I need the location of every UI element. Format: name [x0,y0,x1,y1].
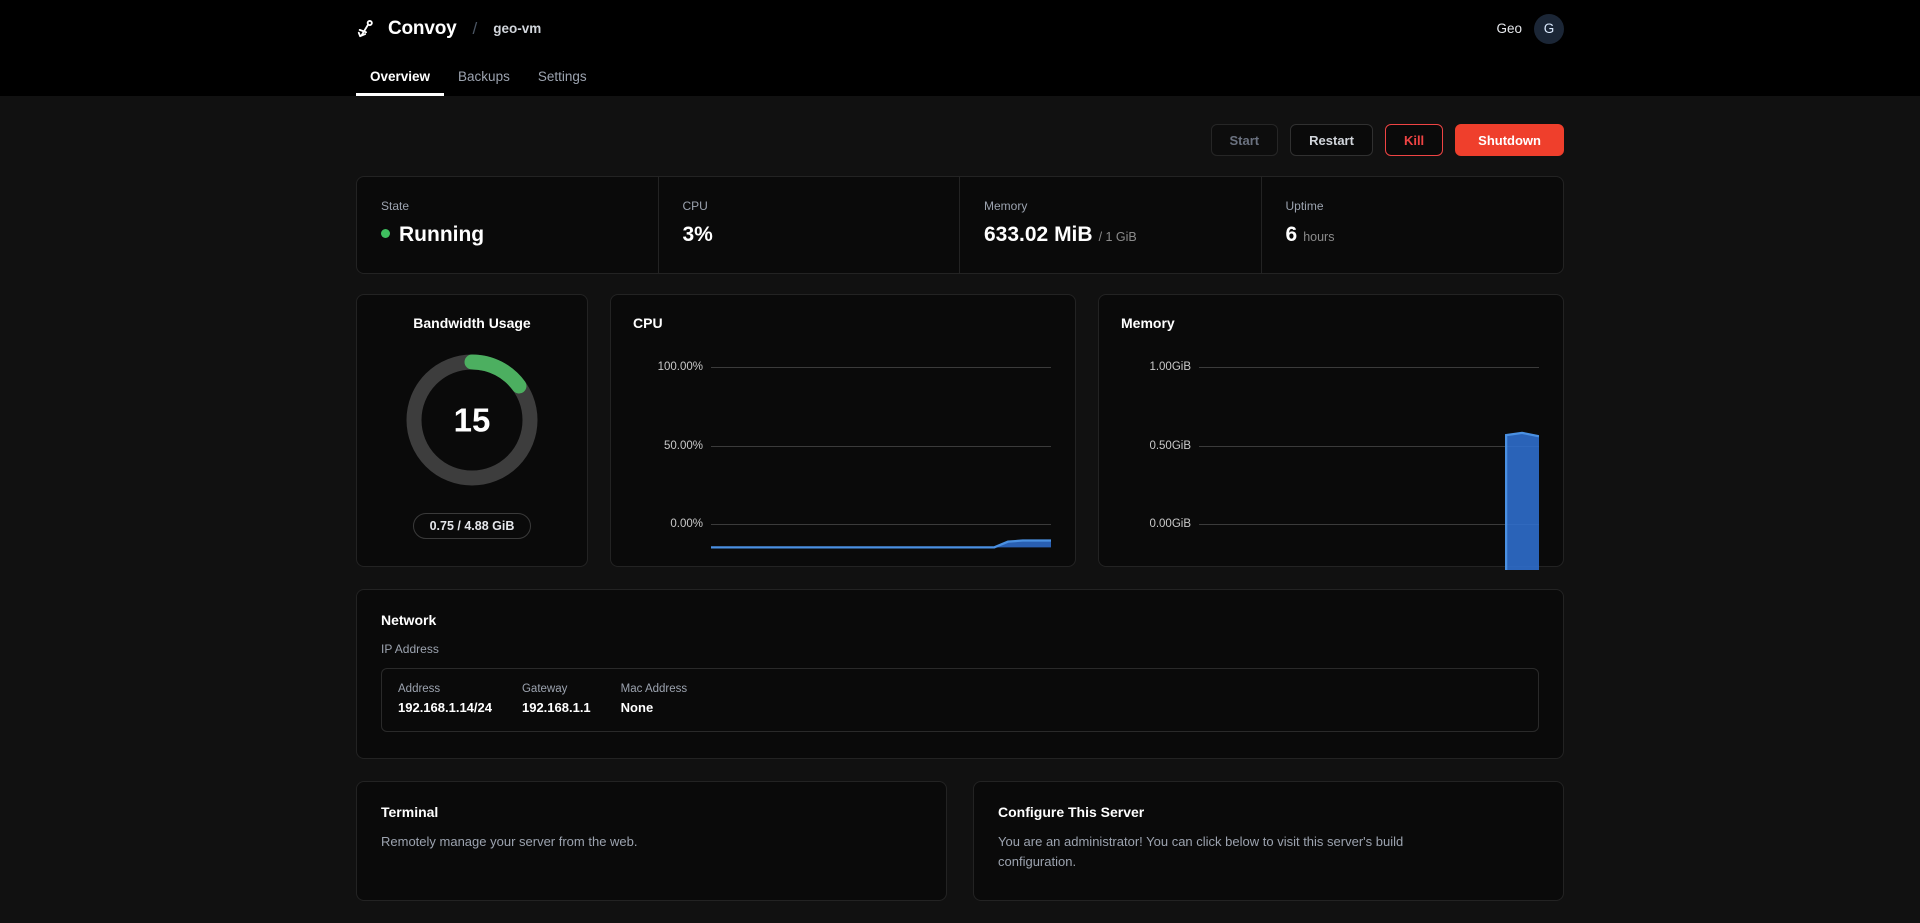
cpu-ytick-0: 0.00% [670,518,703,530]
stat-memory-value-row: 633.02 MiB / 1 GiB [984,223,1237,247]
network-mac-label: Mac Address [620,683,688,695]
power-action-row: Start Restart Kill Shutdown [356,96,1564,156]
configure-server-card[interactable]: Configure This Server You are an adminis… [973,781,1564,901]
memory-ytick-05: 0.50GiB [1149,440,1191,452]
app-header: Convoy / geo-vm Geo G Overview Backups S… [0,0,1920,96]
tab-backups[interactable]: Backups [444,69,524,96]
cpu-plot: 100.00% 50.00% 0.00% [633,349,1053,549]
running-status-dot [381,229,390,238]
chart-row: Bandwidth Usage 15 0.75 / 4.88 GiB CPU 1… [356,294,1564,570]
stat-uptime-sub: hours [1303,230,1335,244]
tab-settings[interactable]: Settings [524,69,601,96]
stat-memory-label: Memory [984,199,1028,213]
network-subtitle: IP Address [381,642,439,656]
cpu-chart-card: CPU 100.00% 50.00% 0.00% [610,294,1076,567]
stat-state: State Running [357,177,659,273]
network-address-box: Address 192.168.1.14/24 Gateway 192.168.… [381,668,1539,732]
tab-bar: Overview Backups Settings [356,57,1564,96]
memory-area-svg [1199,431,1539,570]
network-gateway-column: Gateway 192.168.1.1 [522,683,591,715]
breadcrumb-separator: / [472,18,478,38]
bandwidth-donut-chart: 15 [373,345,571,495]
memory-plot: 1.00GiB 0.50GiB 0.00GiB [1121,349,1541,570]
bandwidth-title: Bandwidth Usage [413,315,531,331]
network-gateway-label: Gateway [521,683,568,695]
stat-state-label: State [381,199,410,213]
stat-cpu-value-row: 3% [683,223,936,247]
start-button[interactable]: Start [1210,124,1279,156]
cpu-ytick-50: 50.00% [663,440,703,452]
network-card: Network IP Address Address 192.168.1.14/… [356,589,1564,759]
stat-memory: Memory 633.02 MiB / 1 GiB [960,177,1262,273]
network-address-value: 192.168.1.14/24 [398,700,492,715]
bandwidth-badge: 0.75 / 4.88 GiB [412,513,532,539]
avatar[interactable]: G [1534,13,1564,44]
breadcrumb-item-vm[interactable]: geo-vm [493,21,541,36]
stat-memory-sub: / 1 GiB [1098,230,1137,244]
donut-svg: 15 [406,354,538,486]
memory-chart-card: Memory 1.00GiB 0.50GiB 0.00GiB [1098,294,1564,570]
bandwidth-usage-card: Bandwidth Usage 15 0.75 / 4.88 GiB [356,294,588,567]
user-name: Geo [1496,21,1522,36]
network-title: Network [381,612,437,628]
network-mac-value: None [620,700,654,715]
memory-chart-title: Memory [1121,315,1175,331]
brand-breadcrumb-row: Convoy / geo-vm Geo G [356,0,1564,57]
configure-server-card-title: Configure This Server [998,804,1145,820]
cpu-ytick-100: 100.00% [657,361,703,373]
memory-ytick-0: 0.00GiB [1149,518,1191,530]
stat-memory-value: 633.02 MiB [984,223,1093,246]
donut-center-value: 15 [454,402,491,439]
cpu-area-svg [711,539,1051,549]
stat-cpu-value: 3% [682,223,713,246]
bottom-card-row: Terminal Remotely manage your server fro… [356,781,1564,901]
stat-uptime-label: Uptime [1285,199,1324,213]
stat-state-value-row: Running [381,223,634,247]
tab-overview[interactable]: Overview [356,69,445,96]
network-mac-column: Mac Address None [621,683,687,715]
stat-cpu-label: CPU [682,199,708,213]
restart-button[interactable]: Restart [1290,124,1373,156]
stat-uptime: Uptime 6 hours [1262,177,1564,273]
anchor-icon [356,18,378,40]
brand-name[interactable]: Convoy [388,18,457,40]
stat-cpu: CPU 3% [659,177,960,273]
memory-ytick-1: 1.00GiB [1149,361,1191,373]
stat-uptime-value: 6 [1285,223,1298,246]
network-gateway-value: 192.168.1.1 [521,700,591,715]
user-menu[interactable]: Geo G [1496,0,1564,57]
terminal-card-description: Remotely manage your server from the web… [381,834,638,849]
configure-server-card-description: You are an administrator! You can click … [998,834,1404,870]
terminal-card[interactable]: Terminal Remotely manage your server fro… [356,781,947,901]
network-address-column: Address 192.168.1.14/24 [398,683,492,715]
kill-button[interactable]: Kill [1384,124,1444,156]
shutdown-button[interactable]: Shutdown [1455,124,1564,156]
stats-bar: State Running CPU 3% Memory 633.02 MiB /… [356,176,1564,274]
cpu-chart-title: CPU [633,315,663,331]
main-content: Start Restart Kill Shutdown State Runnin… [350,96,1570,901]
terminal-card-title: Terminal [381,804,439,820]
stat-uptime-value-row: 6 hours [1286,223,1540,247]
stat-state-value: Running [399,223,485,246]
network-address-label: Address [398,683,441,695]
